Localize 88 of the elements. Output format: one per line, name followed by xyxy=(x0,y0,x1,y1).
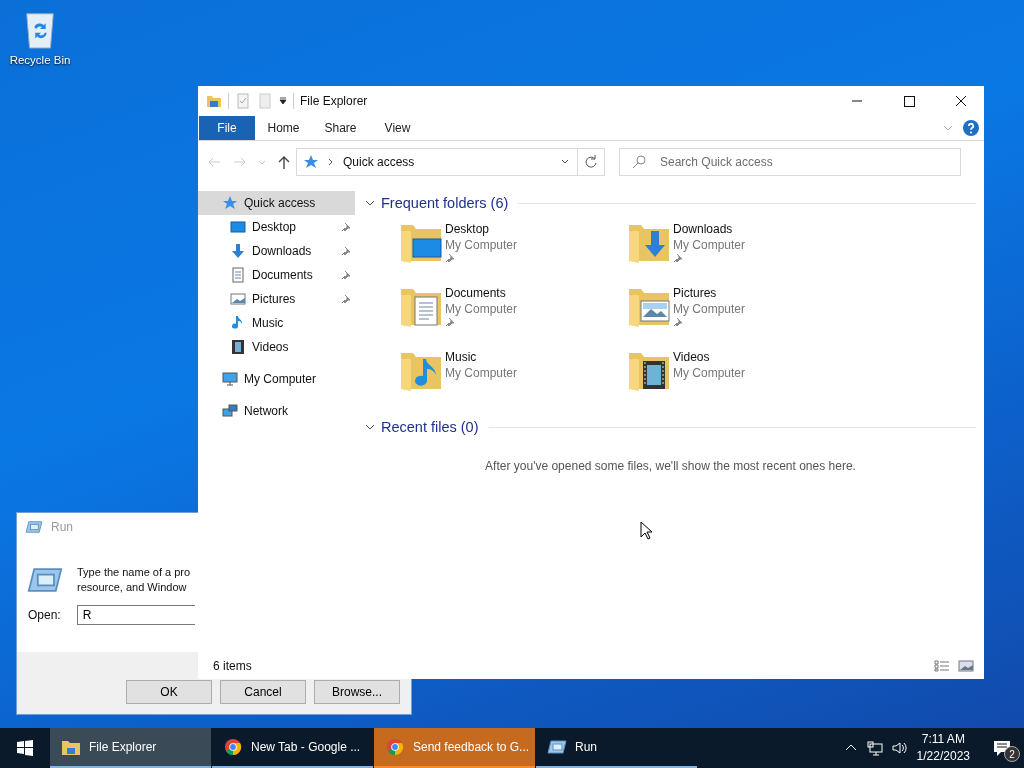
up-arrow-icon[interactable] xyxy=(276,154,292,170)
network-icon xyxy=(222,403,238,419)
folder-icon[interactable] xyxy=(206,93,222,109)
film-icon xyxy=(230,339,246,355)
run-icon xyxy=(25,520,43,534)
section-heading[interactable]: Frequent folders (6) xyxy=(381,195,509,211)
dialog-button[interactable]: Cancel xyxy=(220,680,306,704)
empty-message: After you've opened some files, we'll show the most recent ones here. xyxy=(485,459,856,473)
chevron-icon[interactable] xyxy=(365,198,375,208)
help-icon[interactable] xyxy=(963,120,979,136)
taskbar-button[interactable]: Send feedback to G... xyxy=(374,728,535,768)
taskbar-button[interactable]: New Tab - Google ... xyxy=(212,728,373,768)
desktop-icon-label[interactable]: Recycle Bin xyxy=(9,54,71,66)
folder-tile[interactable]: Desktop My Computer xyxy=(397,221,625,269)
section-heading[interactable]: Recent files (0) xyxy=(381,419,479,435)
chevron-right-icon xyxy=(327,158,335,166)
nav-item[interactable]: Quick access xyxy=(198,191,355,215)
nav-item[interactable]: Music xyxy=(198,311,355,335)
nav-item[interactable]: Documents xyxy=(198,263,355,287)
search-icon xyxy=(631,154,647,170)
folder-name: Music xyxy=(445,349,477,365)
large-icons-view-icon[interactable] xyxy=(958,660,974,672)
folder-tile[interactable]: Downloads My Computer xyxy=(625,221,853,269)
folder-name: Desktop xyxy=(445,221,490,237)
nav-item[interactable]: Network xyxy=(198,399,355,423)
refresh-icon xyxy=(583,154,599,170)
prompt-text: resource, and Window xyxy=(77,580,188,595)
taskbar-button[interactable]: File Explorer xyxy=(50,728,211,768)
nav-item[interactable]: Desktop xyxy=(198,215,355,239)
file-menu-button[interactable]: File xyxy=(199,116,255,140)
folder-location: My Computer xyxy=(673,301,746,317)
notification-count: 2 xyxy=(1004,746,1020,762)
windows-logo-icon xyxy=(17,740,33,756)
taskbar-button[interactable]: Run xyxy=(536,728,697,768)
open-label: Open: xyxy=(28,608,61,622)
refresh-button[interactable] xyxy=(578,148,605,176)
time-text: 7:11 AM xyxy=(921,731,965,748)
star-icon xyxy=(222,195,238,211)
dropdown-icon[interactable] xyxy=(279,97,287,105)
dialog-title: Run xyxy=(51,520,73,534)
clock[interactable]: 7:11 AM 1/22/2023 xyxy=(906,728,980,768)
dialog-button[interactable]: Browse... xyxy=(314,680,400,704)
folder-location: My Computer xyxy=(673,237,746,253)
window-title: File Explorer xyxy=(300,94,368,108)
down-arrow-icon xyxy=(230,243,246,259)
browser-icon xyxy=(223,738,243,756)
folder-name: Pictures xyxy=(673,285,717,301)
search-field[interactable]: Search Quick access xyxy=(619,148,961,176)
folder-tile[interactable]: Documents My Computer xyxy=(397,285,625,333)
prompt-text: Type the name of a pro xyxy=(77,565,191,580)
folder-name: Documents xyxy=(445,285,506,301)
chevron-icon[interactable] xyxy=(365,422,375,432)
ribbon-tab[interactable]: Share xyxy=(312,116,369,140)
chevron-down-icon[interactable] xyxy=(561,158,569,166)
folder-name: Videos xyxy=(673,349,710,365)
nav-item[interactable]: My Computer xyxy=(198,367,355,391)
folder-tile[interactable]: Music My Computer xyxy=(397,349,625,397)
dialog-button[interactable]: OK xyxy=(126,680,212,704)
run-icon xyxy=(27,565,63,595)
speaker-icon[interactable] xyxy=(890,740,907,756)
star-icon xyxy=(303,154,319,170)
address-bar[interactable]: Quick access xyxy=(296,148,578,176)
folder-tile[interactable]: Videos My Computer xyxy=(625,349,853,397)
folder-location: My Computer xyxy=(445,301,518,317)
computer-icon xyxy=(222,371,238,387)
folder-name: Downloads xyxy=(673,221,733,237)
folder-icon xyxy=(61,738,81,756)
run-icon xyxy=(547,738,567,756)
date-text: 1/22/2023 xyxy=(916,748,970,765)
address-text: Quick access xyxy=(343,155,415,169)
mouse-cursor-icon xyxy=(640,521,652,540)
ribbon-tab[interactable]: View xyxy=(369,116,426,140)
browser-icon xyxy=(385,738,405,756)
folder-location: My Computer xyxy=(445,237,518,253)
folder-location: My Computer xyxy=(445,365,518,381)
picture-icon xyxy=(230,291,246,307)
ribbon-tab[interactable]: Home xyxy=(255,116,312,140)
status-text: 6 items xyxy=(213,659,252,673)
monitor-icon xyxy=(230,219,246,235)
nav-item[interactable]: Downloads xyxy=(198,239,355,263)
details-view-icon[interactable] xyxy=(934,660,950,672)
folder-tile[interactable]: Pictures My Computer xyxy=(625,285,853,333)
network-icon[interactable] xyxy=(866,740,883,756)
folder-location: My Computer xyxy=(673,365,746,381)
nav-item[interactable]: Pictures xyxy=(198,287,355,311)
open-field[interactable]: R xyxy=(76,605,195,625)
document-icon xyxy=(230,267,246,283)
nav-item[interactable]: Videos xyxy=(198,335,355,359)
